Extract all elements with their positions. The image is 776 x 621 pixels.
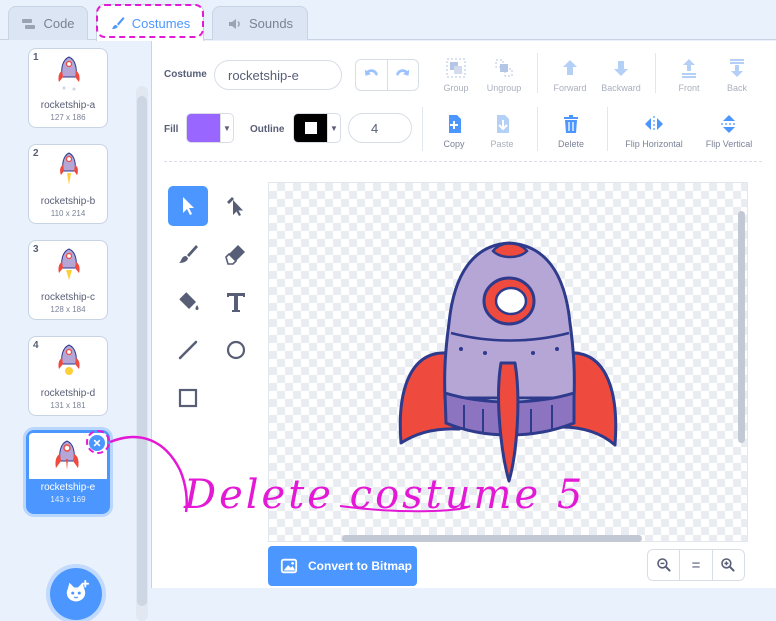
annotation-text: Delete costume 5 bbox=[184, 472, 586, 518]
